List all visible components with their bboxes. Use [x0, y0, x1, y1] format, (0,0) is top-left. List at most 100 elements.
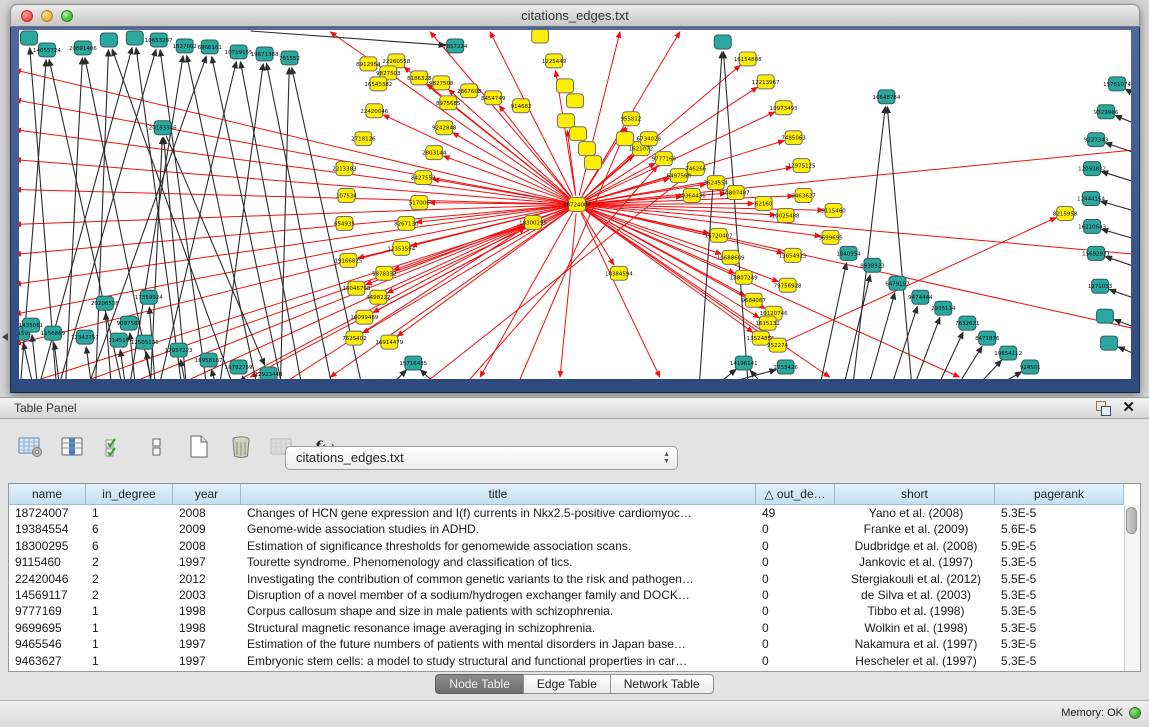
citation-edge-red[interactable]	[449, 90, 571, 199]
citation-edge-red[interactable]	[383, 115, 568, 201]
window-titlebar[interactable]: citations_edges.txt	[10, 4, 1140, 27]
citation-edge-black[interactable]	[915, 318, 939, 379]
zoom-window-button[interactable]	[61, 10, 73, 22]
show-column-button[interactable]	[56, 431, 90, 463]
select-columns-button[interactable]	[98, 431, 132, 463]
citation-edge-black[interactable]	[1002, 372, 1021, 379]
graph-node[interactable]	[1101, 336, 1118, 350]
graph-node[interactable]	[616, 132, 633, 146]
citation-edge-red[interactable]	[520, 128, 627, 379]
citation-edge-red[interactable]	[585, 112, 774, 201]
citation-edge-black[interactable]	[395, 370, 406, 379]
citation-edge-black[interactable]	[281, 68, 290, 379]
citation-edge-black[interactable]	[853, 107, 885, 379]
citation-edge-black[interactable]	[211, 370, 214, 379]
graph-node[interactable]	[100, 33, 117, 47]
vertical-scrollbar[interactable]	[1124, 505, 1140, 671]
citation-edge-black[interactable]	[421, 370, 433, 379]
table-row[interactable]: 1872400712008Changes of HCN gene express…	[9, 505, 1140, 521]
citation-edge-red[interactable]	[141, 226, 524, 379]
citation-edge-black[interactable]	[1106, 143, 1131, 155]
citation-edge-black[interactable]	[23, 343, 32, 379]
table-row[interactable]: 969969511998Structural magnetic resonanc…	[9, 620, 1140, 636]
citation-edge-black[interactable]	[267, 64, 331, 379]
citation-edge-black[interactable]	[980, 360, 1001, 379]
graph-node[interactable]	[578, 142, 595, 156]
network-canvas[interactable]: 1405572420891406106532871527002696616110…	[19, 30, 1131, 379]
table-row[interactable]: 1456911722003Disruption of a novel membe…	[9, 587, 1140, 603]
tab-edge-table[interactable]: Edge Table	[523, 674, 611, 694]
graph-node[interactable]	[570, 127, 587, 141]
citation-edge-black[interactable]	[160, 50, 206, 379]
citation-edge-red[interactable]	[586, 204, 754, 205]
table-row[interactable]: 1938455462009Genome-wide association stu…	[9, 521, 1140, 537]
graph-node[interactable]	[584, 156, 601, 170]
table-row[interactable]: 1830029562008Estimation of significance …	[9, 538, 1140, 554]
graph-node[interactable]	[532, 30, 549, 43]
column-header-5[interactable]: short	[835, 484, 995, 505]
citation-edge-black[interactable]	[869, 293, 894, 379]
citation-edge-black[interactable]	[1102, 172, 1131, 184]
new-file-button[interactable]	[182, 431, 216, 463]
citation-edge-black[interactable]	[959, 347, 982, 379]
tab-network-table[interactable]: Network Table	[610, 674, 714, 694]
citation-edge-red[interactable]	[251, 209, 569, 377]
citation-edge-black[interactable]	[221, 64, 264, 379]
tab-node-table[interactable]: Node Table	[435, 674, 524, 694]
graph-node[interactable]	[126, 31, 143, 45]
citation-edge-black[interactable]	[251, 31, 446, 45]
table-selector-combobox[interactable]: citations_edges.txt ▲▼	[285, 446, 678, 470]
graph-node[interactable]	[558, 114, 575, 128]
citation-edge-black[interactable]	[887, 107, 911, 379]
graph-node[interactable]	[557, 79, 574, 93]
citation-edge-red[interactable]	[191, 227, 524, 379]
citation-edge-black[interactable]	[1118, 347, 1131, 356]
citation-edge-black[interactable]	[120, 350, 125, 379]
float-panel-icon[interactable]	[1095, 400, 1110, 415]
scrollbar-thumb[interactable]	[1126, 507, 1137, 534]
table-row[interactable]: 977716911998Corpus callosum shape and si…	[9, 603, 1140, 619]
memory-ok-indicator[interactable]	[1129, 707, 1141, 719]
graph-node[interactable]	[1097, 309, 1114, 323]
citation-edge-black[interactable]	[821, 263, 847, 379]
citation-edge-black[interactable]	[1106, 257, 1131, 269]
column-header-1[interactable]: in_degree	[86, 484, 173, 505]
minimize-window-button[interactable]	[41, 10, 53, 22]
close-panel-icon[interactable]: ✕	[1122, 400, 1135, 415]
graph-node[interactable]	[567, 94, 584, 108]
citation-edge-black[interactable]	[892, 307, 917, 379]
citation-graph[interactable]: 1405572420891406106532871527002696616110…	[19, 30, 1131, 379]
citation-edge-red[interactable]	[585, 87, 758, 199]
table-row[interactable]: 946362711997Embryonic stem cells: a mode…	[9, 653, 1140, 669]
table-row[interactable]: 946554611997Estimation of the future num…	[9, 636, 1140, 652]
rows-icon-button[interactable]	[140, 431, 174, 463]
column-header-4[interactable]: △ out_de…	[756, 484, 835, 505]
citation-edge-red[interactable]	[581, 213, 660, 377]
citation-edge-black[interactable]	[146, 352, 150, 379]
graph-node[interactable]	[20, 31, 37, 45]
citation-edge-black[interactable]	[735, 370, 776, 379]
citation-edge-black[interactable]	[722, 369, 736, 379]
citation-edge-black[interactable]	[187, 56, 256, 379]
column-header-2[interactable]: year	[173, 484, 241, 505]
citation-edge-black[interactable]	[32, 335, 37, 379]
citation-edge-black[interactable]	[1109, 290, 1131, 301]
table-settings-button[interactable]	[14, 431, 48, 463]
column-header-0[interactable]: name	[9, 484, 86, 505]
delete-table-button[interactable]	[224, 431, 258, 463]
citation-edge-black[interactable]	[1102, 229, 1131, 240]
citation-edge-black[interactable]	[91, 56, 206, 379]
column-header-6[interactable]: pagerank	[995, 484, 1124, 505]
citation-edge-red[interactable]	[586, 205, 1131, 254]
citation-edge-black[interactable]	[1115, 116, 1131, 126]
citation-edge-black[interactable]	[85, 58, 151, 379]
close-window-button[interactable]	[21, 10, 33, 22]
table-row[interactable]: 911546021997Tourette syndrome. Phenomeno…	[9, 554, 1140, 570]
citation-edge-red[interactable]	[560, 213, 576, 377]
citation-edge-black[interactable]	[1101, 201, 1131, 212]
column-header-3[interactable]: title	[241, 484, 756, 505]
table-row[interactable]: 2242004622012Investigating the contribut…	[9, 571, 1140, 587]
citation-edge-black[interactable]	[1126, 89, 1131, 98]
graph-node[interactable]	[714, 35, 731, 49]
citation-edge-black[interactable]	[939, 332, 963, 379]
